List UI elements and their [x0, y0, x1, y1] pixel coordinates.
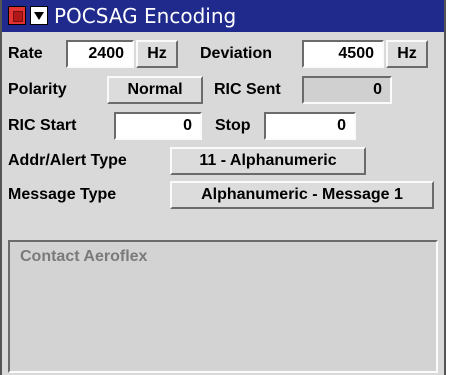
rate-field[interactable]: 2400: [66, 40, 134, 68]
polarity-label: Polarity: [8, 81, 67, 98]
deviation-unit-button[interactable]: Hz: [386, 40, 428, 68]
stop-field[interactable]: 0: [264, 112, 356, 140]
polarity-button[interactable]: Normal: [107, 76, 203, 104]
message-type-button[interactable]: Alphanumeric - Message 1: [170, 181, 434, 209]
addr-alert-type-label: Addr/Alert Type: [8, 152, 127, 169]
rate-unit-button[interactable]: Hz: [136, 40, 178, 68]
message-text: Contact Aeroflex: [20, 248, 148, 265]
message-text-area[interactable]: Contact Aeroflex: [8, 240, 438, 373]
window-title: POCSAG Encoding: [54, 4, 237, 28]
addr-alert-type-button[interactable]: 11 - Alphanumeric: [170, 147, 366, 175]
ric-sent-label: RIC Sent: [214, 81, 281, 98]
message-type-label: Message Type: [8, 186, 117, 203]
deviation-field[interactable]: 4500: [302, 40, 384, 68]
rate-label: Rate: [8, 45, 43, 62]
ric-sent-field: 0: [302, 76, 392, 104]
close-icon[interactable]: [8, 6, 26, 25]
pocsag-encoding-window: POCSAG Encoding Rate 2400 Hz Deviation 4…: [0, 0, 446, 375]
deviation-label: Deviation: [200, 45, 273, 62]
title-bar[interactable]: POCSAG Encoding: [2, 0, 444, 32]
ric-start-label: RIC Start: [8, 117, 77, 134]
ric-start-field[interactable]: 0: [114, 112, 202, 140]
menu-dropdown-icon[interactable]: [30, 6, 48, 25]
stop-label: Stop: [215, 117, 251, 134]
